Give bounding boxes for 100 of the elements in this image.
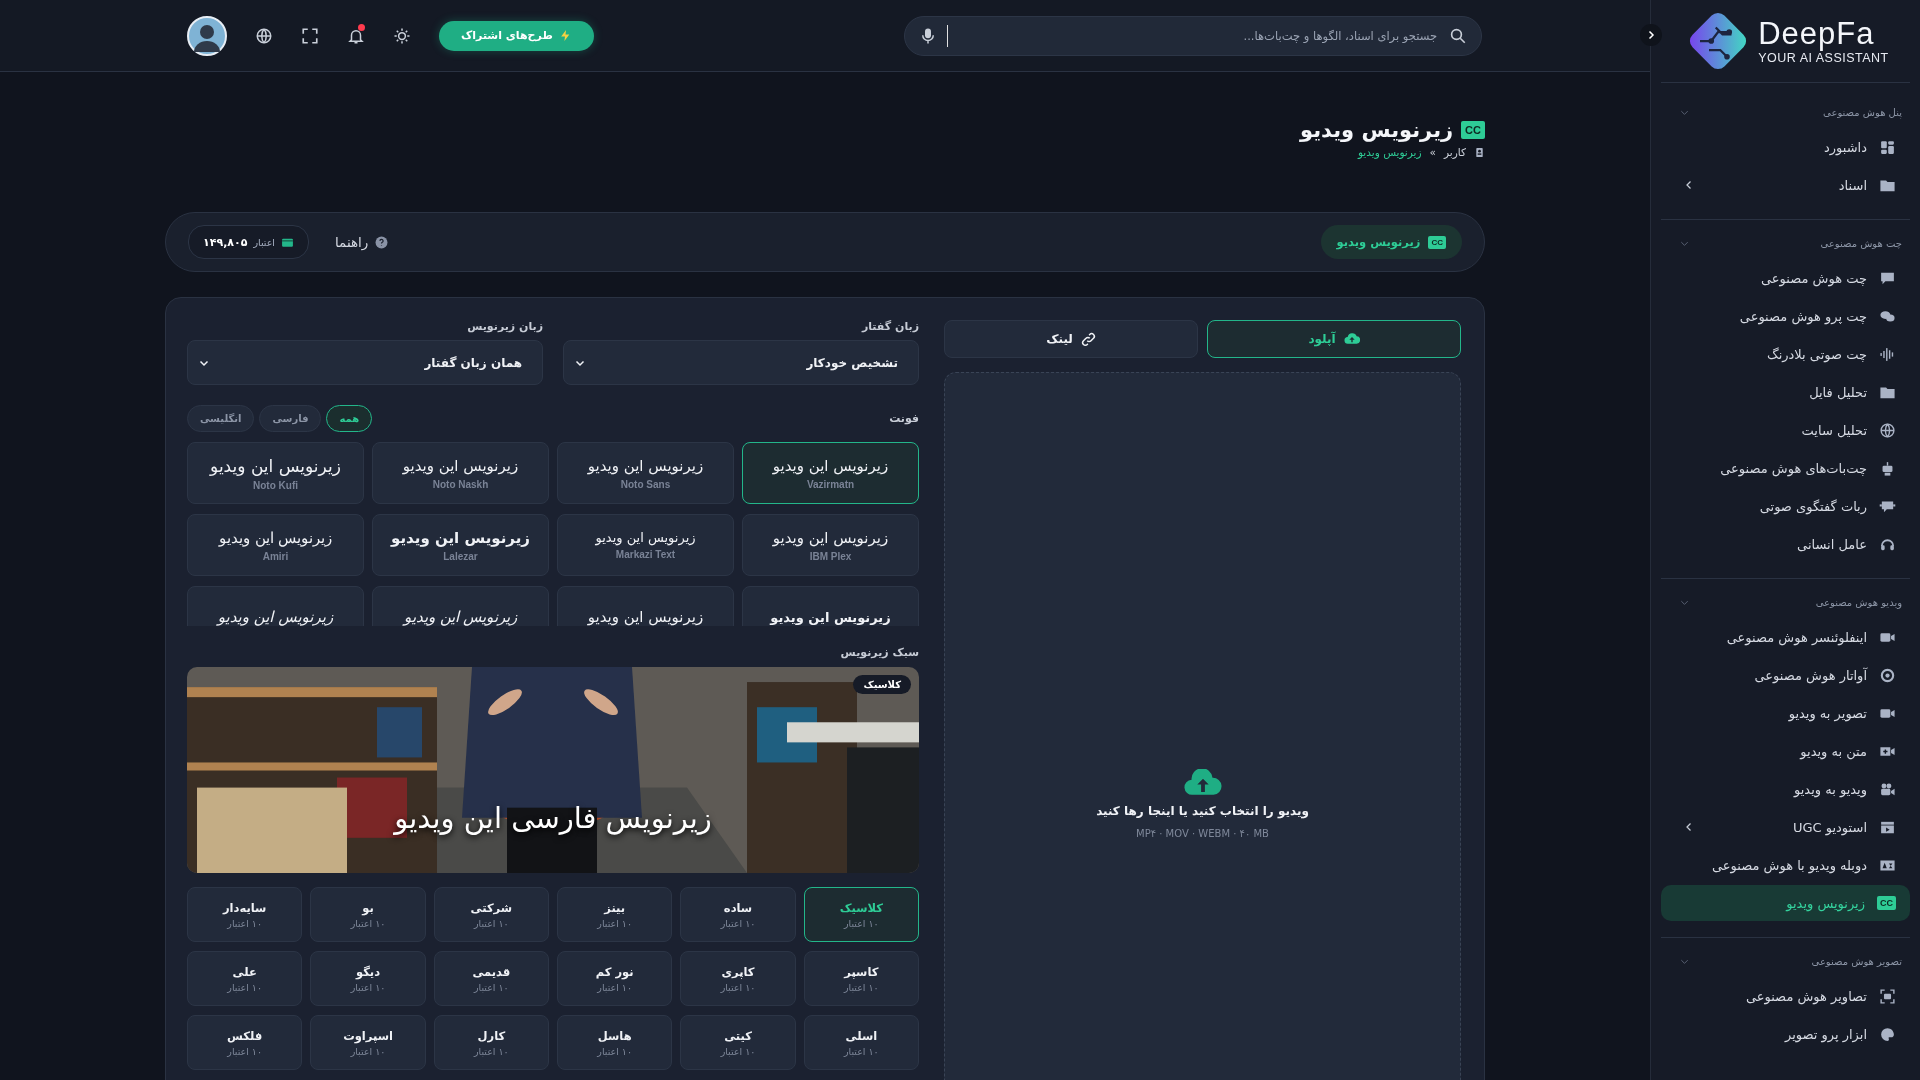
sidebar-item[interactable]: چت پرو هوش مصنوعی [1661,298,1910,334]
font-sample: زیرنویس این ویدیو [217,608,334,626]
style-name: کارل [477,1028,506,1043]
font-option[interactable]: زیرنویس این ویدیو [187,586,364,626]
font-sample: زیرنویس این ویدیو [210,455,341,476]
style-name: اسپراوت [343,1028,393,1043]
breadcrumb-link[interactable]: زیرنویس ویدیو [1357,146,1422,158]
style-option[interactable]: بینز ۱۰ اعتبار [557,887,673,942]
sidebar-item[interactable]: آواتار هوش مصنوعی [1661,657,1910,693]
font-name: IBM Plex [809,550,852,562]
style-credit: ۱۰ اعتبار [843,1045,879,1057]
section-title: پنل هوش مصنوعی [1823,106,1902,118]
font-sample: زیرنویس این ویدیو [403,608,518,626]
style-option[interactable]: دیگو ۱۰ اعتبار [310,951,426,1006]
style-credit: ۱۰ اعتبار [597,917,633,929]
style-option[interactable]: ساده ۱۰ اعتبار [680,887,796,942]
style-name: اسلی [845,1028,878,1043]
sidebar-item[interactable]: تصاویر هوش مصنوعی [1661,978,1910,1014]
style-option[interactable]: اسپراوت ۱۰ اعتبار [310,1015,426,1070]
sidebar-item[interactable]: اسناد [1661,167,1910,203]
globe-icon[interactable] [255,26,273,45]
sidebar-item[interactable]: تحلیل سایت [1661,412,1910,448]
filter-chip[interactable]: همه [326,405,373,432]
style-option[interactable]: سایه‌دار ۱۰ اعتبار [187,887,303,942]
breadcrumb-link[interactable]: کاربر [1444,146,1466,158]
style-option[interactable]: شرکتی ۱۰ اعتبار [433,887,549,942]
font-sample: زیرنویس این ویدیو [595,530,696,545]
sidebar-item[interactable]: چت صوتی بلادرنگ [1661,336,1910,372]
source-tab[interactable]: آپلود [1207,320,1461,358]
style-name: فلکس [227,1028,263,1043]
font-name: Noto Kufi [253,479,298,491]
sidebar-item[interactable]: دوبله ویدیو با هوش مصنوعی [1661,847,1910,883]
style-option[interactable]: کلاسیک ۱۰ اعتبار [803,887,919,942]
style-option[interactable]: کارل ۱۰ اعتبار [433,1015,549,1070]
sidebar-item[interactable]: ویدیو به ویدیو [1661,771,1910,807]
style-option[interactable]: کیتی ۱۰ اعتبار [680,1015,796,1070]
drop-zone[interactable]: ویدیو را انتخاب کنید یا اینجا رها کنید MP۴ · MOV · WEBM · ۴۰ MB [944,372,1461,1080]
sun-icon[interactable] [393,26,411,45]
cc-badge: CC [1428,235,1446,249]
field-label: فونت [889,412,919,425]
sidebar-item[interactable]: تصویر به ویدیو [1661,695,1910,731]
font-option[interactable]: زیرنویس این ویدیو [742,586,919,626]
style-option[interactable]: قدیمی ۱۰ اعتبار [433,951,549,1006]
section-title: چت هوش مصنوعی [1820,237,1902,249]
style-name: هاسل [597,1028,632,1043]
style-option[interactable]: کاپری ۱۰ اعتبار [680,951,796,1006]
dropdown[interactable]: همان زبان گفتار [187,340,543,385]
style-option[interactable]: علی ۱۰ اعتبار [187,951,303,1006]
sidebar-item[interactable]: ربات گفتگوی صوتی [1661,488,1910,524]
style-name: نور کم [595,964,634,979]
microphone-icon[interactable] [919,26,937,45]
collapse-button[interactable] [1640,24,1662,46]
style-name: شرکتی [470,900,513,915]
style-option[interactable]: هاسل ۱۰ اعتبار [557,1015,673,1070]
style-option[interactable]: کاسپر ۱۰ اعتبار [803,951,919,1006]
cc-badge: CC [1461,121,1485,139]
logo-name: DeepFa [1758,16,1875,52]
font-option[interactable]: زیرنویس این ویدیو [557,586,734,626]
fullscreen-icon[interactable] [301,26,319,45]
format-hint: MP۴ · MOV · WEBM · ۴۰ MB [1136,828,1269,839]
style-option[interactable]: فلکس ۱۰ اعتبار [187,1015,303,1070]
style-name: بو [362,900,374,915]
font-option[interactable]: زیرنویس این ویدیو [372,586,549,626]
font-name: Lalezar [443,550,478,562]
sidebar-item[interactable]: تحلیل فایل [1661,374,1910,410]
sidebar-item[interactable]: عامل انسانی [1661,526,1910,562]
style-option[interactable]: بو ۱۰ اعتبار [310,887,426,942]
image-scan-icon [1879,987,1896,1005]
sidebar-item[interactable]: چت هوش مصنوعی [1661,260,1910,296]
sidebar-item[interactable]: داشبورد [1661,129,1910,165]
credit-label: اعتبار [253,236,275,248]
search-icon [1449,26,1467,45]
help-button[interactable]: راهنما [329,233,395,251]
style-credit: ۱۰ اعتبار [720,917,756,929]
sidebar-item[interactable]: اینفلوئنسر هوش مصنوعی [1661,619,1910,655]
breadcrumb-separator: » [1429,146,1436,158]
search-field[interactable]: جستجو برای اسناد، الگوها و چت‌بات‌ها... [904,15,1482,56]
avatar[interactable] [187,15,227,56]
dropdown[interactable]: تشخیص خودکار [563,340,919,385]
style-option[interactable]: نور کم ۱۰ اعتبار [557,951,673,1006]
field-label: زبان گفتار [860,320,919,333]
credit-value: ۱۴۹,۸۰۵ [203,235,248,249]
style-credit: ۱۰ اعتبار [597,981,633,993]
subtitle-caption: زیرنویس فارسی این ویدیو [392,801,713,835]
filter-chip[interactable]: انگلیسی [187,405,255,432]
cc-badge: CC [1877,896,1896,910]
sidebar-item[interactable]: چت‌بات‌های هوش مصنوعی [1661,450,1910,486]
sidebar-item[interactable]: ابزار پرو تصویر [1661,1016,1910,1052]
page-title: زیرنویس ویدیو [1300,118,1454,142]
sidebar-item[interactable]: استودیو UGC [1661,809,1910,845]
style-option[interactable]: اسلی ۱۰ اعتبار [803,1015,919,1070]
source-tab[interactable]: لینک [944,320,1198,358]
search-input[interactable]: جستجو برای اسناد، الگوها و چت‌بات‌ها... [958,27,1439,44]
sidebar-item[interactable]: متن به ویدیو [1661,733,1910,769]
font-name: Noto Sans [620,478,671,490]
filter-chip[interactable]: فارسی [259,405,322,432]
font-sample: زیرنویس این ویدیو [587,456,704,475]
style-credit: ۱۰ اعتبار [227,1045,263,1057]
globe-icon [1879,421,1896,439]
font-sample: زیرنویس این ویدیو [218,528,333,547]
